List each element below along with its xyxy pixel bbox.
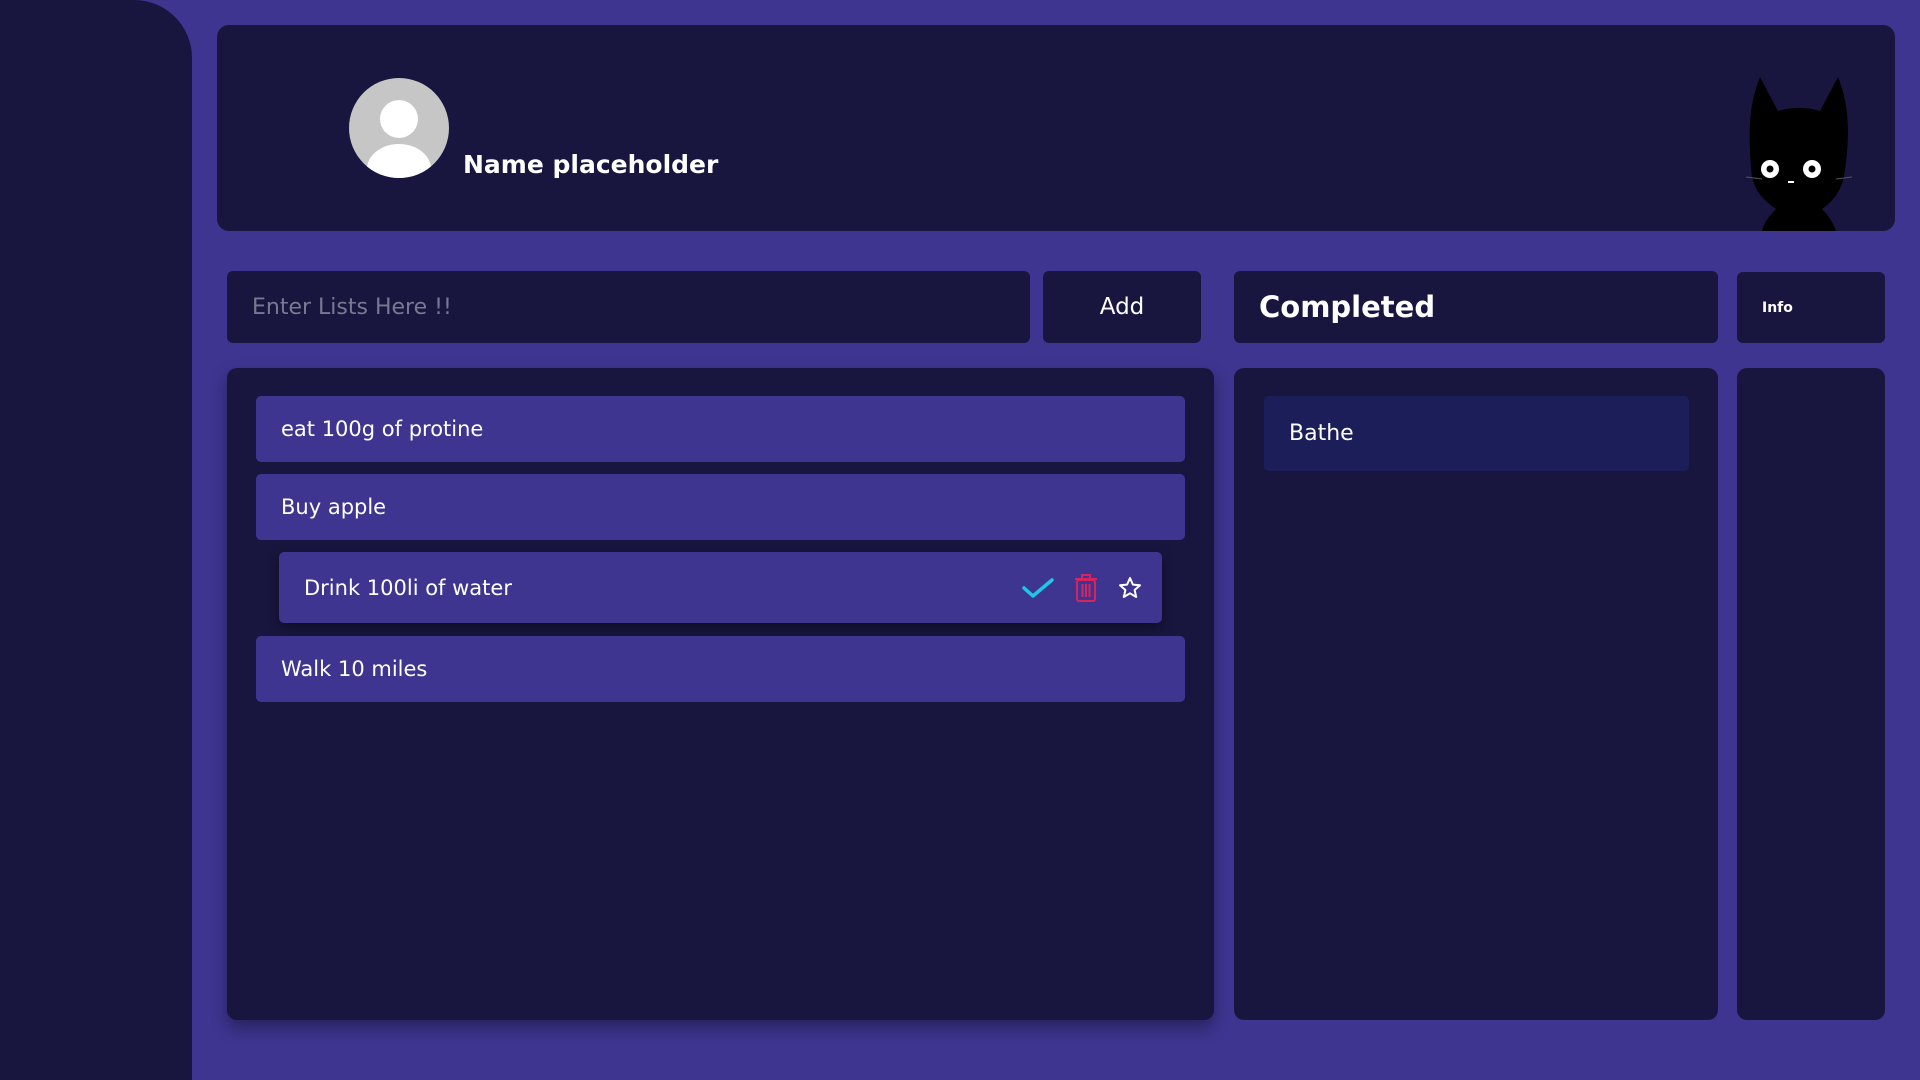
completed-title: Completed (1259, 290, 1436, 324)
list-item[interactable]: Buy apple (256, 474, 1185, 540)
completed-item[interactable]: Bathe (1264, 396, 1689, 471)
list-item-text: eat 100g of protine (281, 417, 484, 441)
info-button-label: Info (1762, 299, 1793, 316)
star-icon[interactable] (1118, 576, 1142, 600)
sidebar (0, 0, 192, 1080)
todo-list-panel: eat 100g of protine Buy apple Drink 100l… (227, 368, 1214, 1020)
list-item[interactable]: Walk 10 miles (256, 636, 1185, 702)
info-panel (1737, 368, 1885, 1020)
add-button-label: Add (1099, 294, 1145, 320)
list-item-text: Buy apple (281, 495, 387, 519)
list-item-text: Drink 100li of water (304, 575, 512, 600)
trash-icon[interactable] (1074, 573, 1098, 602)
profile-header: Name placeholder (217, 25, 1895, 231)
completed-header: Completed (1234, 271, 1718, 343)
list-item-actions (1022, 552, 1142, 623)
list-item-text: Walk 10 miles (281, 657, 428, 681)
list-item[interactable]: Drink 100li of water (279, 552, 1162, 623)
info-button[interactable]: Info (1737, 272, 1885, 343)
cat-illustration (1745, 77, 1853, 231)
completed-item-text: Bathe (1289, 421, 1354, 446)
avatar-icon[interactable] (349, 78, 449, 178)
user-name: Name placeholder (463, 150, 719, 179)
check-icon[interactable] (1022, 576, 1054, 600)
list-input[interactable] (227, 271, 1030, 343)
completed-list-panel: Bathe (1234, 368, 1718, 1020)
list-item[interactable]: eat 100g of protine (256, 396, 1185, 462)
add-button[interactable]: Add (1043, 271, 1201, 343)
